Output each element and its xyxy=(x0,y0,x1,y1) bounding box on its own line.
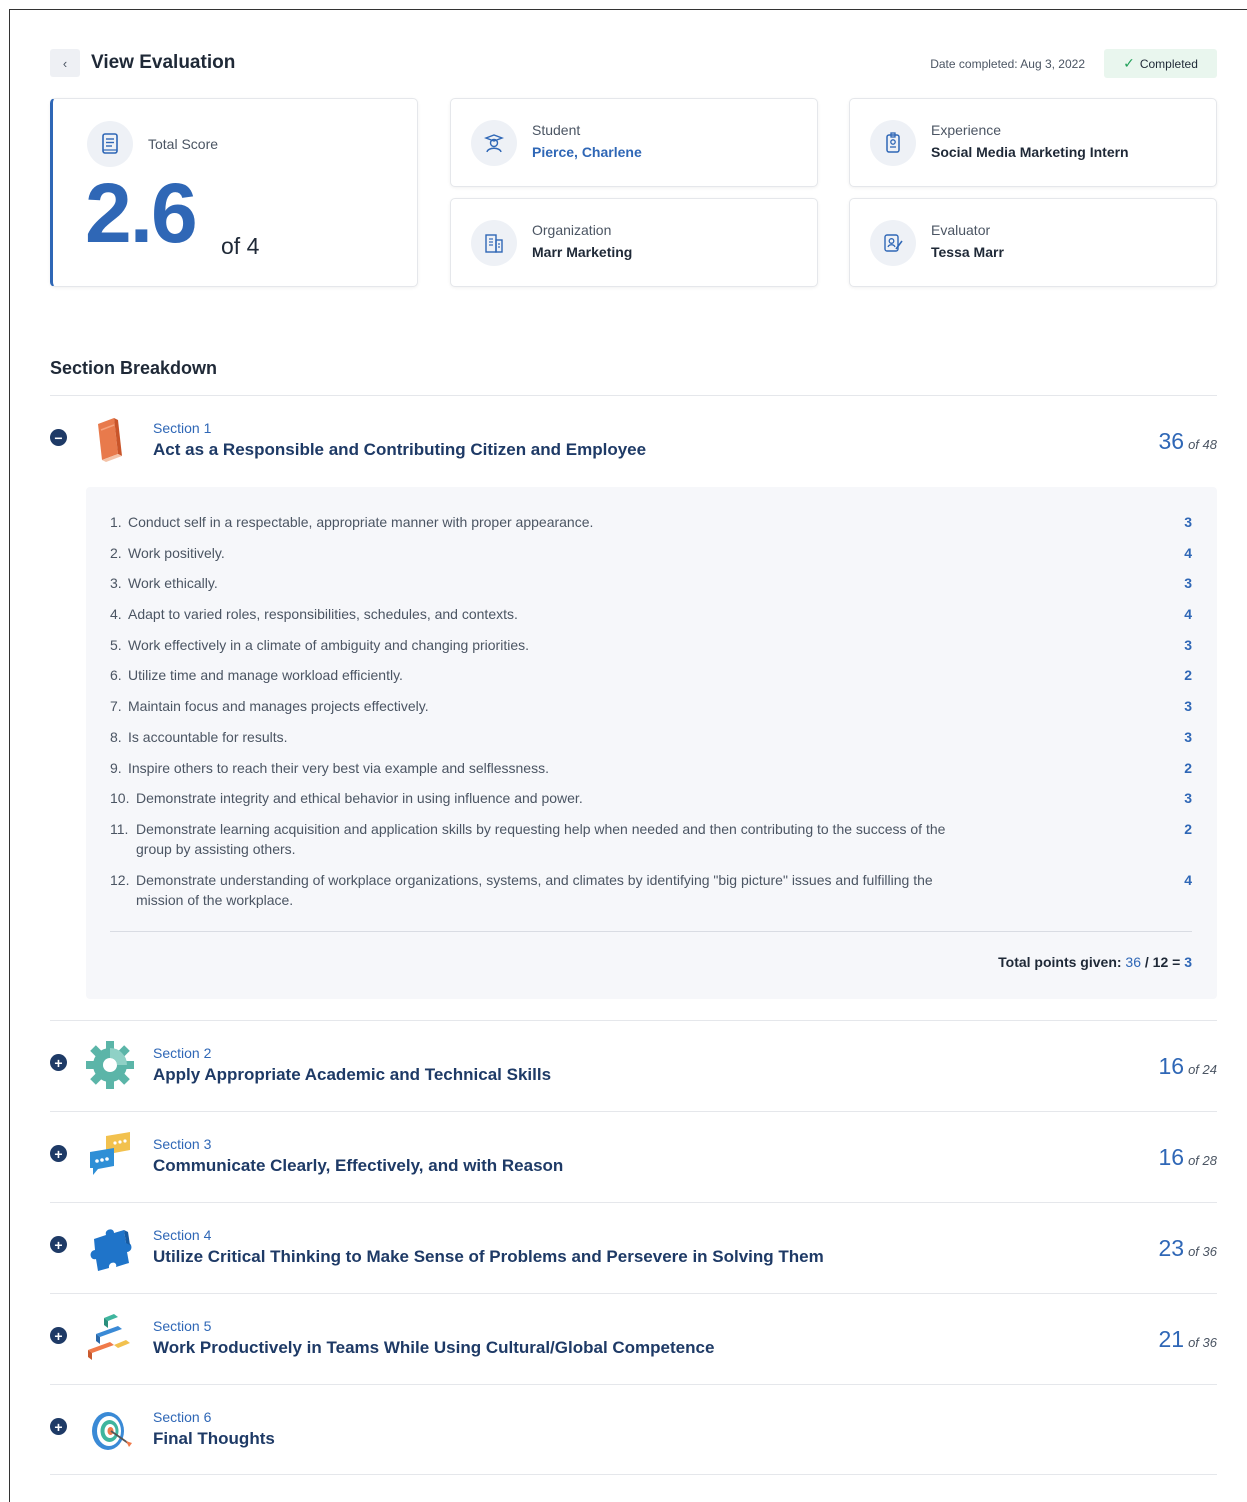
item-score: 2 xyxy=(1184,760,1192,776)
team-blocks-icon xyxy=(88,1314,130,1360)
item-score: 3 xyxy=(1184,514,1192,530)
section-number: Section 5 xyxy=(153,1318,212,1334)
puzzle-piece-icon xyxy=(90,1229,132,1271)
chat-bubbles-icon xyxy=(90,1132,130,1175)
header: ‹ View Evaluation Date completed: Aug 3,… xyxy=(50,49,1217,79)
organization-value: Marr Marketing xyxy=(532,244,633,260)
expand-icon[interactable]: + xyxy=(50,1236,67,1253)
date-completed: Date completed: Aug 3, 2022 xyxy=(930,57,1085,71)
page-title: View Evaluation xyxy=(91,52,236,73)
book-icon xyxy=(98,418,122,462)
student-icon xyxy=(471,120,517,166)
divider xyxy=(50,1474,1217,1475)
section-score: 16 of 24 xyxy=(1158,1053,1217,1079)
item-score: 2 xyxy=(1184,667,1192,683)
section-row-2[interactable]: + Section 2 Apply Appropriate Academic a… xyxy=(50,1021,1217,1111)
section-score-of: of 48 xyxy=(1188,437,1217,452)
section-title: Utilize Critical Thinking to Make Sense … xyxy=(153,1247,824,1266)
organization-card: Organization Marr Marketing xyxy=(450,198,818,287)
chevron-left-icon: ‹ xyxy=(62,55,68,71)
section-score: 23 of 36 xyxy=(1158,1235,1217,1261)
status-label: Completed xyxy=(1139,56,1198,71)
section-row-4[interactable]: + Section 4 Utilize Critical Thinking to… xyxy=(50,1203,1217,1293)
section-row-1[interactable]: − Section 1 Act as a Responsible and Con… xyxy=(50,396,1217,486)
evaluator-label: Evaluator xyxy=(931,222,991,238)
total-score-label: Total Score xyxy=(148,136,219,152)
item-score: 2 xyxy=(1184,821,1192,837)
expand-icon[interactable]: + xyxy=(50,1054,67,1071)
expand-icon[interactable]: + xyxy=(50,1145,67,1162)
section-score: 21 of 36 xyxy=(1158,1326,1217,1352)
section-number: Section 6 xyxy=(153,1409,212,1425)
section-number: Section 4 xyxy=(153,1227,212,1243)
section-row-5[interactable]: + Section 5 Work Productively in Teams W… xyxy=(50,1294,1217,1384)
evaluator-card: Evaluator Tessa Marr xyxy=(849,198,1217,287)
section-score: 16 of 28 xyxy=(1158,1144,1217,1170)
status-badge: ✓ Completed xyxy=(1104,49,1217,78)
student-card: Student Pierce, Charlene xyxy=(450,98,818,187)
section-number: Section 1 xyxy=(153,420,212,436)
target-icon xyxy=(92,1412,132,1450)
back-button[interactable]: ‹ xyxy=(50,49,80,77)
item-score: 3 xyxy=(1184,637,1192,653)
experience-card: Experience Social Media Marketing Intern xyxy=(849,98,1217,187)
item-score: 4 xyxy=(1184,872,1192,888)
section-breakdown-heading: Section Breakdown xyxy=(50,358,218,378)
section-number: Section 2 xyxy=(153,1045,212,1061)
building-icon xyxy=(471,220,517,266)
section-title: Act as a Responsible and Contributing Ci… xyxy=(153,440,647,459)
expand-icon[interactable]: + xyxy=(50,1418,67,1435)
experience-value: Social Media Marketing Intern xyxy=(931,144,1129,160)
organization-label: Organization xyxy=(532,222,612,238)
check-icon: ✓ xyxy=(1123,55,1135,71)
item-score: 4 xyxy=(1184,606,1192,622)
evaluator-icon xyxy=(870,220,916,266)
evaluator-value: Tessa Marr xyxy=(931,244,1004,260)
experience-label: Experience xyxy=(931,122,1002,138)
student-label: Student xyxy=(532,122,581,138)
total-score-card: Total Score 2.6 of 4 xyxy=(50,98,418,287)
item-score: 3 xyxy=(1184,698,1192,714)
expand-icon[interactable]: + xyxy=(50,1327,67,1344)
section-title: Apply Appropriate Academic and Technical… xyxy=(153,1065,552,1084)
section-number: Section 3 xyxy=(153,1136,212,1152)
section-title: Communicate Clearly, Effectively, and wi… xyxy=(153,1156,564,1175)
student-link[interactable]: Pierce, Charlene xyxy=(532,144,642,160)
id-badge-icon xyxy=(870,120,916,166)
item-score: 3 xyxy=(1184,729,1192,745)
section-title: Work Productively in Teams While Using C… xyxy=(153,1338,715,1357)
document-icon xyxy=(87,121,133,167)
item-score: 4 xyxy=(1184,545,1192,561)
section-score: 36 of 48 xyxy=(1158,428,1217,455)
section-score-value: 36 xyxy=(1158,428,1185,454)
section-title: Final Thoughts xyxy=(153,1429,275,1448)
section-row-3[interactable]: + Section 3 Communicate Clearly, Effecti… xyxy=(50,1112,1217,1202)
collapse-icon[interactable]: − xyxy=(50,429,67,446)
gear-icon xyxy=(86,1041,134,1089)
total-score-of: of 4 xyxy=(221,233,260,259)
item-score: 3 xyxy=(1184,575,1192,591)
section-1-panel: 1. Conduct self in a respectable, appropr… xyxy=(86,487,1217,999)
item-score: 3 xyxy=(1184,790,1192,806)
total-score-value: 2.6 xyxy=(85,166,198,260)
section-row-6[interactable]: + Section 6 Final Thoughts xyxy=(50,1385,1217,1475)
section-total: Total points given: 36 / 12 = 3 xyxy=(998,954,1192,970)
divider xyxy=(110,931,1192,932)
